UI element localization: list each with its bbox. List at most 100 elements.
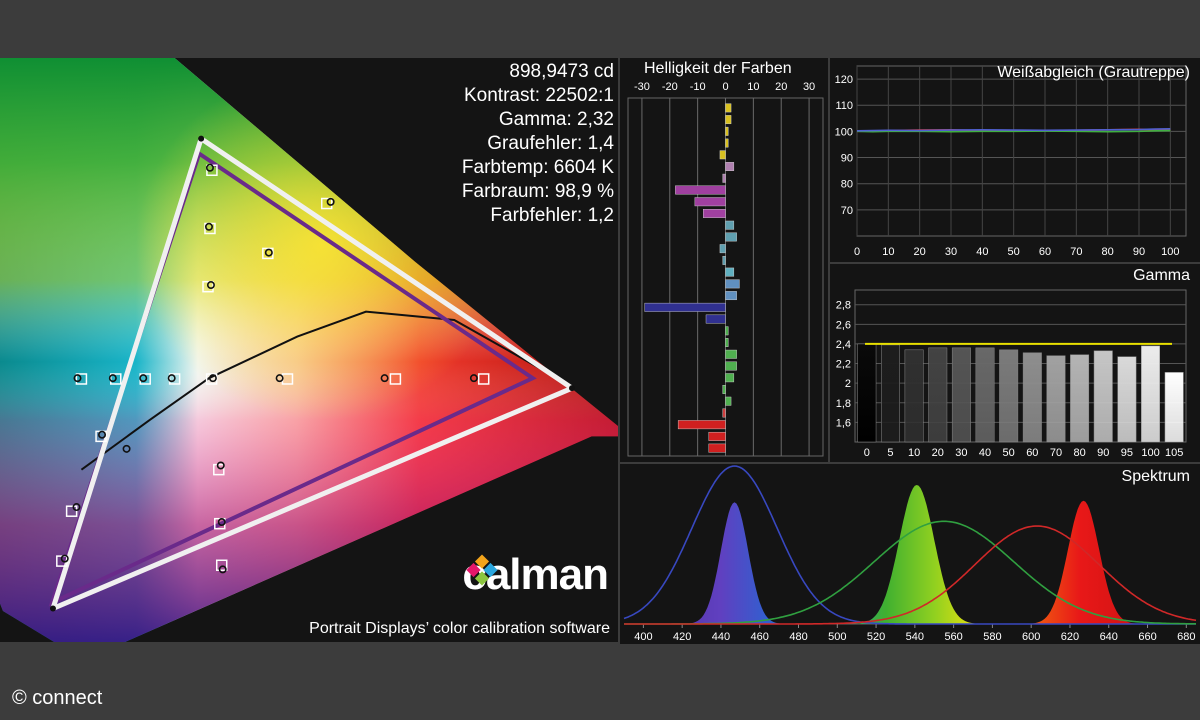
luminance-bar bbox=[722, 255, 726, 265]
x-tick-label: 10 bbox=[882, 246, 894, 258]
white-balance-panel: 70 80 90 100 110 120 0 10 20 30 40 50 60 70 80 90 100 We… bbox=[830, 58, 1200, 262]
luminance-bar bbox=[725, 267, 735, 277]
x-tick-label: 70 bbox=[1070, 246, 1082, 258]
luminance-bar bbox=[725, 291, 737, 301]
y-tick-label: 120 bbox=[835, 74, 853, 86]
y-tick-label: 2,6 bbox=[836, 319, 851, 331]
gamma-bar bbox=[1022, 352, 1042, 443]
x-tick-label: 660 bbox=[1138, 631, 1156, 643]
contrast-value: Kontrast: 22502:1 bbox=[464, 85, 614, 106]
x-tick-label: 60 bbox=[1039, 246, 1051, 258]
x-tick-label: 60 bbox=[1026, 447, 1038, 459]
luminance-bar bbox=[705, 314, 726, 324]
luminance-bar bbox=[725, 338, 729, 347]
luminance-bar bbox=[725, 326, 729, 336]
x-tick-label: 95 bbox=[1121, 447, 1133, 459]
spectrum-panel: 400 420 440 460 480 500 520 540 560 580 600 620 640 6… bbox=[620, 464, 1200, 644]
gamma-bar bbox=[857, 343, 877, 443]
gamma-bar bbox=[1141, 345, 1161, 443]
y-tick-label: 1,6 bbox=[836, 417, 851, 429]
luminance-bar bbox=[708, 431, 726, 441]
x-tick-label: 400 bbox=[634, 631, 652, 643]
copyright-notice: © connect bbox=[12, 687, 103, 709]
primary-measured-point bbox=[198, 135, 205, 142]
tick-label: -30 bbox=[634, 81, 650, 93]
primary-measured-point bbox=[569, 385, 575, 392]
y-tick-label: 80 bbox=[841, 179, 853, 191]
gamma-bar bbox=[1164, 372, 1184, 443]
x-tick-label: 50 bbox=[1008, 246, 1020, 258]
x-tick-label: 40 bbox=[976, 246, 988, 258]
x-tick-label: 20 bbox=[914, 246, 926, 258]
luminance-bar bbox=[675, 185, 726, 195]
luminance-bar bbox=[725, 279, 740, 289]
x-tick-label: 30 bbox=[955, 447, 967, 459]
y-tick-label: 110 bbox=[835, 100, 853, 112]
luminance-bar bbox=[708, 443, 726, 453]
luminance-bar bbox=[694, 197, 726, 207]
y-tick-label: 2,4 bbox=[836, 339, 851, 351]
color-error-value: Farbfehler: 1,2 bbox=[490, 205, 614, 226]
x-tick-label: 105 bbox=[1165, 447, 1183, 459]
gamut-value: Farbraum: 98,9 % bbox=[461, 181, 614, 202]
x-tick-label: 20 bbox=[932, 447, 944, 459]
tick-label: 30 bbox=[803, 81, 815, 93]
luminance-bar bbox=[703, 209, 726, 218]
x-tick-label: 40 bbox=[979, 447, 991, 459]
x-tick-label: 0 bbox=[854, 246, 860, 258]
x-tick-label: 80 bbox=[1102, 246, 1114, 258]
luminance-bar bbox=[722, 173, 726, 183]
x-tick-label: 70 bbox=[1050, 447, 1062, 459]
white-balance-chart: 70 80 90 100 110 120 0 10 20 30 40 50 60 70 80 90 100 bbox=[835, 65, 1187, 258]
y-tick-label: 2 bbox=[845, 378, 851, 390]
x-tick-label: 460 bbox=[751, 631, 769, 643]
brand-caption: Portrait Displays’ color calibration sof… bbox=[309, 620, 610, 637]
gamma-bar bbox=[1070, 354, 1090, 443]
tick-label: -10 bbox=[690, 81, 706, 93]
calman-logo-icon bbox=[466, 554, 498, 586]
luminance-bar bbox=[719, 150, 726, 160]
gamma-bar bbox=[951, 347, 971, 443]
color-luminance-panel: -30 -20 -10 0 10 20 30 Helligkeit der Farben bbox=[620, 58, 828, 462]
y-tick-label: 1,8 bbox=[836, 398, 851, 410]
x-tick-label: 500 bbox=[828, 631, 846, 643]
color-luminance-chart: -30 -20 -10 0 10 20 30 bbox=[627, 81, 824, 457]
x-tick-label: 5 bbox=[887, 447, 893, 459]
x-tick-label: 520 bbox=[867, 631, 885, 643]
luminance-bar bbox=[722, 385, 726, 394]
gamma-value: Gamma: 2,32 bbox=[498, 109, 614, 130]
primary-measured-point bbox=[49, 605, 56, 612]
y-tick-label: 2,2 bbox=[836, 359, 851, 371]
plot-frame bbox=[856, 65, 1187, 237]
tick-label: 0 bbox=[722, 81, 728, 93]
measured-spectrum bbox=[624, 485, 1196, 624]
y-tick-label: 90 bbox=[841, 153, 853, 165]
x-tick-label: 600 bbox=[1022, 631, 1040, 643]
tick-label: 10 bbox=[747, 81, 759, 93]
x-tick-label: 640 bbox=[1100, 631, 1118, 643]
gamma-bar bbox=[1046, 355, 1066, 443]
x-tick-label: 50 bbox=[1003, 447, 1015, 459]
color-luminance-title: Helligkeit der Farben bbox=[644, 60, 792, 77]
luminance-bar bbox=[725, 232, 737, 242]
gray-error-value: Graufehler: 1,4 bbox=[487, 133, 614, 154]
calman-logo: calman bbox=[462, 550, 609, 600]
gamma-bar bbox=[904, 349, 924, 443]
gamma-bar bbox=[975, 347, 995, 443]
x-tick-label: 420 bbox=[673, 631, 691, 643]
luminance-bar bbox=[725, 138, 729, 148]
x-tick-label: 540 bbox=[906, 631, 924, 643]
luminance-bar bbox=[725, 126, 729, 136]
tick-label: 20 bbox=[775, 81, 787, 93]
x-tick-label: 480 bbox=[789, 631, 807, 643]
x-tick-label: 10 bbox=[908, 447, 920, 459]
x-tick-label: 440 bbox=[712, 631, 730, 643]
gamma-bar bbox=[880, 344, 900, 443]
luminance-bar bbox=[722, 408, 726, 418]
spectrum-title: Spektrum bbox=[1121, 468, 1190, 485]
x-tick-label: 100 bbox=[1141, 447, 1159, 459]
x-tick-label: 90 bbox=[1097, 447, 1109, 459]
x-tick-label: 620 bbox=[1061, 631, 1079, 643]
cie-diagram-panel: 898,9473 cd Kontrast: 22502:1 Gamma: 2,3… bbox=[0, 58, 618, 642]
color-temp-value: Farbtemp: 6604 K bbox=[461, 157, 614, 178]
